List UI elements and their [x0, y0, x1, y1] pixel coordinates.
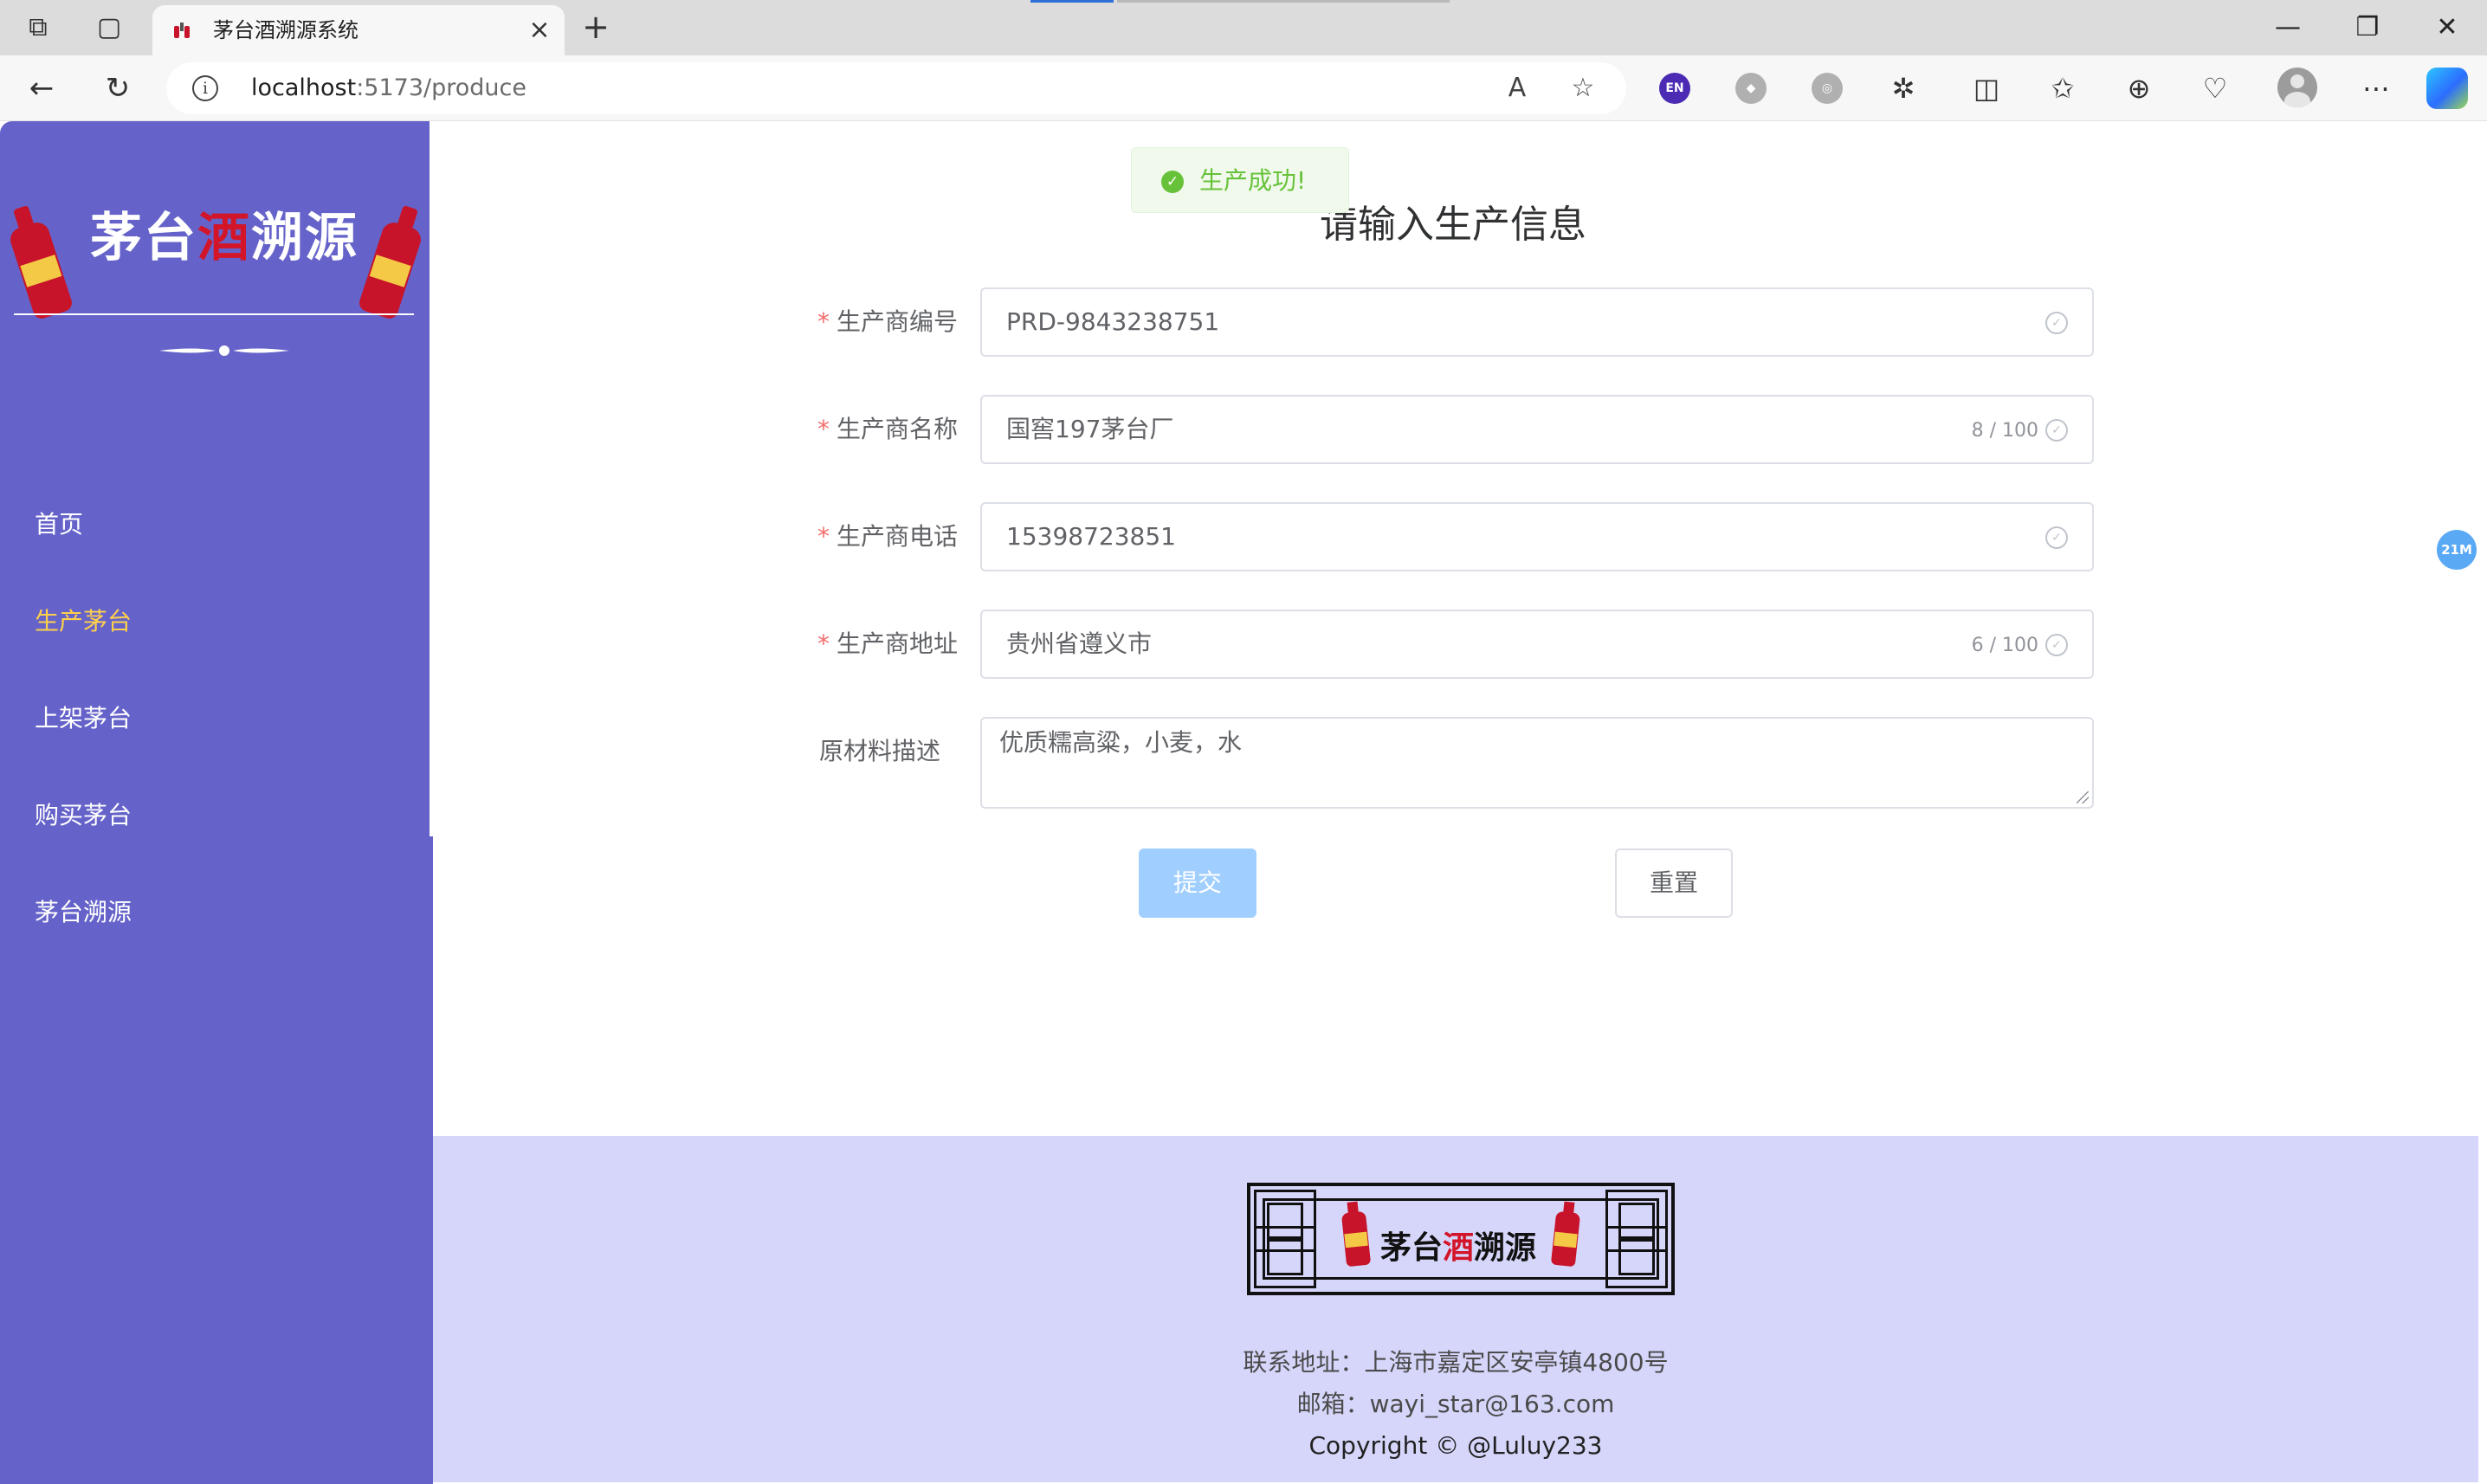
logo-divider — [14, 313, 414, 315]
restore-icon[interactable]: ❐ — [2348, 10, 2387, 45]
fret-ornament-bl — [1254, 1226, 1316, 1288]
required-asterisk: * — [817, 629, 830, 658]
favorite-star-icon[interactable]: ☆ — [1566, 73, 1600, 104]
producer-id-value: PRD-9843238751 — [1006, 307, 1220, 336]
producer-name-value: 国窖197茅台厂 — [1006, 415, 1174, 443]
sidebar-item-trace[interactable]: 茅台溯源 — [35, 897, 132, 928]
workspaces-icon[interactable]: ⧉ — [23, 12, 54, 43]
browser-tab-active[interactable]: 茅台酒溯源系统 × — [152, 5, 565, 55]
browser-tabstrip: ⧉ ▢ 茅台酒溯源系统 × + — ❐ ✕ — [0, 0, 2487, 55]
sidebar-item-produce[interactable]: 生产茅台 — [35, 606, 132, 637]
logo-bottle-left — [7, 219, 74, 321]
logo-text: 茅台酒溯源 — [90, 208, 359, 268]
producer-address-input[interactable]: 贵州省遵义市 6 / 100 ✓ — [980, 610, 2094, 679]
field-label-producer-id: * 生产商编号 — [817, 307, 959, 336]
favorites-icon[interactable]: ✩ — [2045, 71, 2080, 106]
producer-address-count: 6 / 100 — [1971, 635, 2038, 656]
new-tab-button[interactable]: + — [578, 10, 613, 45]
back-icon[interactable]: ← — [23, 71, 61, 106]
read-aloud-icon[interactable]: A — [1500, 73, 1534, 104]
loading-track — [1117, 0, 1450, 3]
required-asterisk: * — [817, 307, 830, 336]
page: 茅台酒溯源 首页 生产茅台 上架茅台 购买茅台 茅台溯源 请输入生产信息 ✓ 生… — [0, 121, 2487, 1484]
toast-text: 生产成功! — [1199, 166, 1307, 195]
field-label-materials: 原材料描述 — [819, 737, 941, 765]
browser-essentials-icon[interactable]: ♡ — [2198, 71, 2232, 106]
field-label-producer-phone: * 生产商电话 — [817, 522, 959, 551]
extension-globe-icon[interactable]: ◎ — [1812, 73, 1843, 104]
producer-phone-value: 15398723851 — [1006, 522, 1176, 551]
form-title: 请输入生产信息 — [1320, 203, 1586, 247]
extensions-icon[interactable]: ✲ — [1886, 71, 1921, 106]
site-info-icon[interactable]: i — [192, 75, 218, 101]
required-asterisk: * — [817, 522, 830, 551]
more-options-icon[interactable]: ⋯ — [2359, 71, 2393, 106]
minimize-icon[interactable]: — — [2269, 10, 2307, 45]
extension-en-icon[interactable]: EN — [1659, 73, 1690, 104]
sidebar-item-shelve[interactable]: 上架茅台 — [35, 703, 132, 734]
sidebar-item-purchase[interactable]: 购买茅台 — [35, 800, 132, 831]
materials-textarea[interactable]: 优质糯高粱，小麦，水 — [980, 717, 2094, 809]
required-asterisk: * — [817, 415, 830, 443]
valid-check-icon: ✓ — [2045, 526, 2068, 549]
tab-title: 茅台酒溯源系统 — [213, 18, 359, 42]
url-path: :5173/produce — [356, 74, 526, 101]
producer-name-count: 8 / 100 — [1971, 420, 2038, 442]
split-screen-icon[interactable]: ◫ — [1969, 71, 2004, 106]
tab-favicon-icon — [174, 23, 190, 38]
extension-shield-icon[interactable]: ◆ — [1735, 73, 1767, 104]
browser-toolbar: ← ↻ i localhost:5173/produce A ☆ EN ◆ ◎ … — [0, 55, 2487, 121]
address-bar[interactable]: i localhost:5173/produce A ☆ — [166, 62, 1626, 114]
url-text[interactable]: localhost:5173/produce — [251, 74, 526, 102]
field-label-producer-address: * 生产商地址 — [817, 629, 959, 658]
footer: 茅台酒溯源 联系地址：上海市嘉定区安亭镇4800号 邮箱：wayi_star@1… — [433, 1136, 2478, 1482]
producer-address-value: 贵州省遵义市 — [1006, 629, 1153, 658]
valid-check-icon: ✓ — [2045, 419, 2068, 442]
footer-logo-text: 茅台酒溯源 — [1380, 1229, 1537, 1266]
sidebar-item-home[interactable]: 首页 — [35, 509, 83, 540]
loading-indicator — [1030, 0, 1114, 3]
check-circle-icon: ✓ — [1161, 171, 1184, 193]
resize-handle[interactable] — [2077, 791, 2089, 803]
floating-badge[interactable]: 21M — [2437, 530, 2477, 570]
fret-ornament-br — [1605, 1226, 1668, 1288]
profile-avatar[interactable] — [2277, 68, 2317, 107]
collections-icon[interactable]: ⊕ — [2122, 71, 2156, 106]
producer-phone-input[interactable]: 15398723851 ✓ — [980, 502, 2094, 571]
field-label-producer-name: * 生产商名称 — [817, 415, 959, 443]
copilot-icon[interactable] — [2426, 68, 2468, 109]
producer-id-input[interactable]: PRD-9843238751 ✓ — [980, 287, 2094, 357]
logo-bottle-right — [357, 219, 424, 321]
close-window-icon[interactable]: ✕ — [2428, 10, 2466, 45]
submit-button[interactable]: 提交 — [1139, 848, 1256, 918]
main-content: 请输入生产信息 ✓ 生产成功! * 生产商编号 PRD-9843238751 ✓ … — [433, 121, 2478, 1136]
materials-value: 优质糯高粱，小麦，水 — [999, 728, 1243, 757]
tab-close-icon[interactable]: × — [525, 16, 554, 45]
footer-logo: 茅台酒溯源 — [1247, 1183, 1675, 1295]
reset-button[interactable]: 重置 — [1615, 848, 1733, 918]
success-toast: ✓ 生产成功! — [1131, 147, 1349, 213]
sidebar-logo: 茅台酒溯源 — [7, 158, 424, 356]
producer-name-input[interactable]: 国窖197茅台厂 8 / 100 ✓ — [980, 395, 2094, 464]
valid-check-icon: ✓ — [2045, 634, 2068, 656]
valid-check-icon: ✓ — [2045, 312, 2068, 334]
url-host: localhost — [251, 74, 357, 101]
footer-copyright: Copyright © @Luluy233 — [1308, 1431, 1603, 1460]
footer-email: 邮箱：wayi_star@163.com — [1296, 1390, 1615, 1418]
footer-address: 联系地址：上海市嘉定区安亭镇4800号 — [1243, 1348, 1669, 1377]
sidebar: 茅台酒溯源 首页 生产茅台 上架茅台 购买茅台 茅台溯源 — [0, 121, 433, 1484]
tab-actions-icon[interactable]: ▢ — [94, 12, 125, 43]
reload-icon[interactable]: ↻ — [99, 71, 137, 106]
logo-ornament — [159, 345, 289, 356]
